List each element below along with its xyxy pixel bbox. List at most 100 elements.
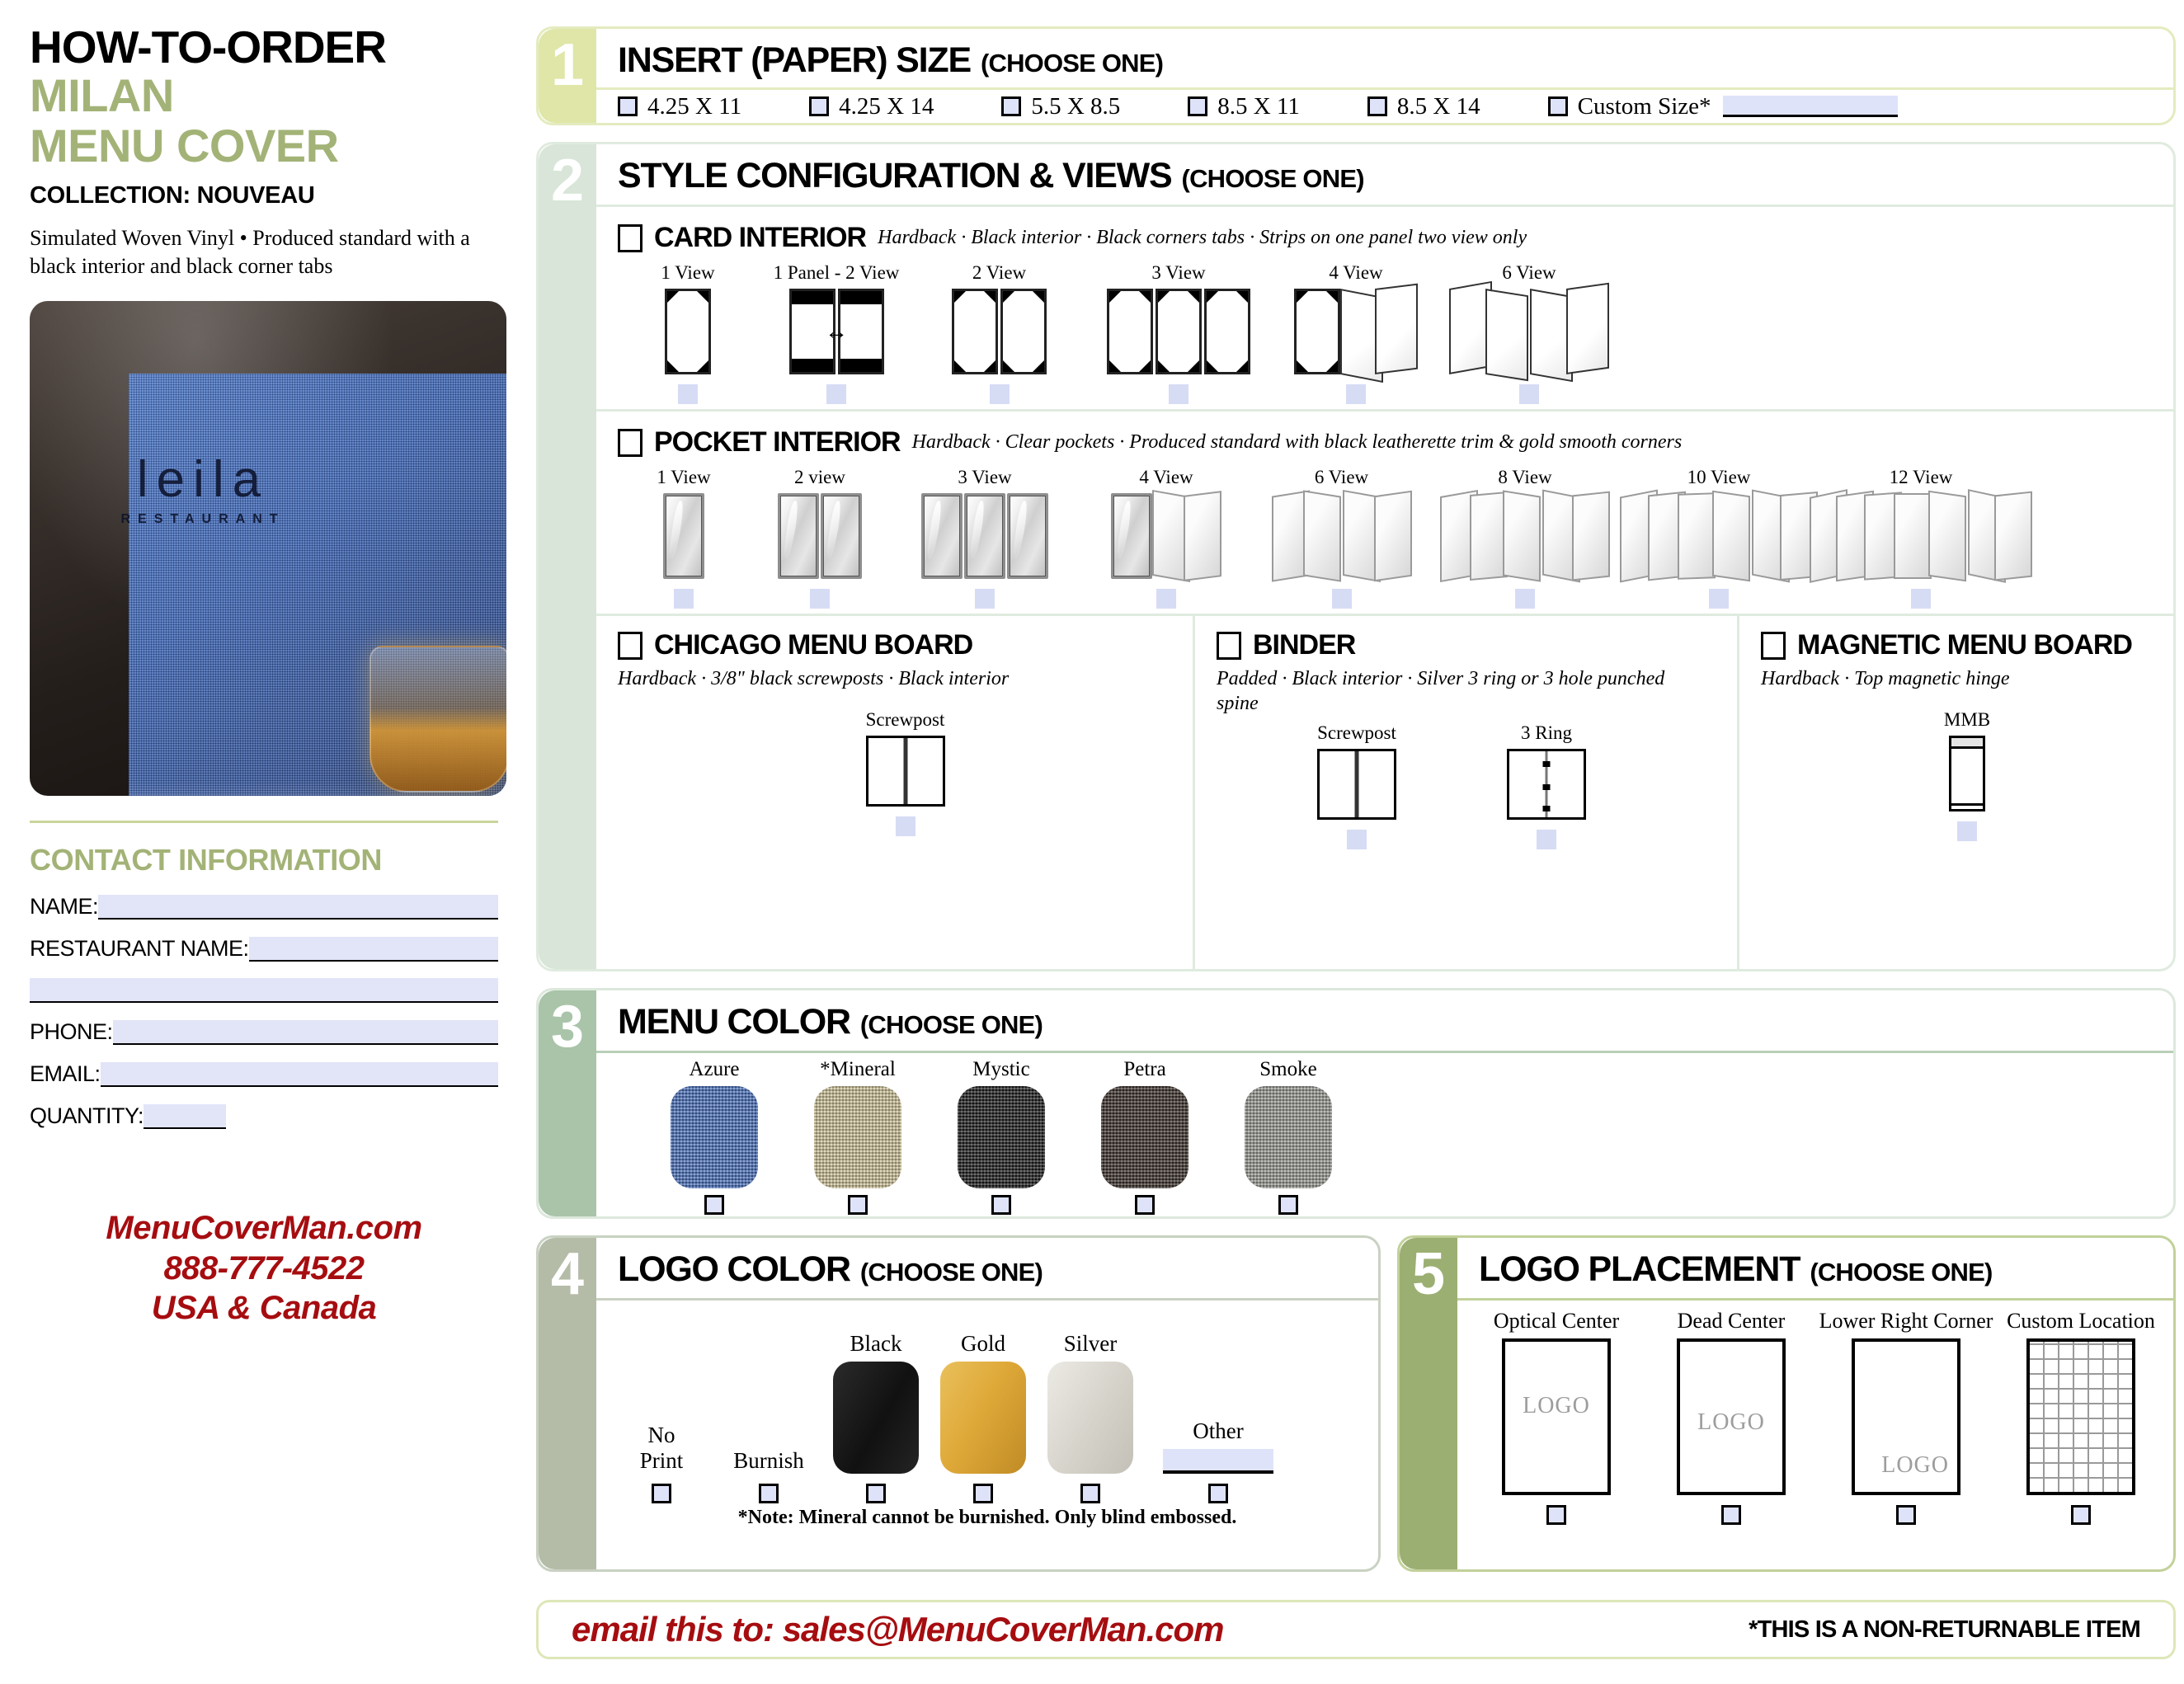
magnetic-option-mmb[interactable]: MMB [1944,709,1990,841]
checkbox-icon[interactable] [678,384,698,404]
card-view-6[interactable]: 6 View [1438,262,1620,404]
checkbox-icon[interactable] [1331,589,1352,609]
checkbox-icon[interactable] [1367,96,1387,116]
checkbox-icon[interactable] [1278,1195,1298,1215]
checkbox-icon[interactable] [1721,1505,1741,1525]
checkbox-icon[interactable] [674,589,694,609]
color-option-mystic[interactable]: Mystic [958,1058,1045,1216]
checkbox-icon[interactable] [1001,96,1022,116]
field-restaurant-name[interactable]: RESTAURANT NAME: [30,936,498,962]
field-restaurant-name-line2[interactable] [30,977,498,1003]
field-restaurant-name-input-line2[interactable] [30,977,498,1003]
checkbox-binder-icon[interactable] [1217,631,1241,660]
checkbox-icon[interactable] [1537,830,1556,849]
swatch-smoke[interactable] [1245,1086,1332,1188]
field-phone[interactable]: PHONE: [30,1019,498,1045]
pocket-view-6[interactable]: 6 View [1253,467,1430,609]
option-size-4-25x11[interactable]: 4.25 X 11 [618,93,741,120]
checkbox-icon[interactable] [826,384,846,404]
checkbox-icon[interactable] [809,96,830,116]
color-option-azure[interactable]: Azure [671,1058,758,1216]
checkbox-icon[interactable] [1709,589,1729,609]
logo-color-gold[interactable]: Gold [930,1331,1037,1503]
swatch-azure[interactable] [671,1086,758,1188]
field-name[interactable]: NAME: [30,894,498,920]
checkbox-icon[interactable] [1346,384,1366,404]
binder-option-screwpost[interactable]: Screwpost [1250,722,1464,849]
checkbox-icon[interactable] [1911,589,1931,609]
checkbox-icon[interactable] [1519,384,1539,404]
checkbox-icon[interactable] [991,1195,1011,1215]
checkbox-icon[interactable] [973,1484,993,1503]
field-email-input[interactable] [100,1061,498,1087]
field-phone-input[interactable] [112,1019,498,1045]
field-quantity[interactable]: QUANTITY: [30,1103,498,1129]
pocket-view-12[interactable]: 12 View [1810,467,2032,609]
checkbox-icon[interactable] [1957,821,1977,841]
logo-color-black[interactable]: Black [822,1331,930,1503]
field-email[interactable]: EMAIL: [30,1061,498,1087]
placement-lower-right-corner[interactable]: Lower Right Corner LOGO [1819,1309,1993,1569]
logo-color-no-print[interactable]: No Print [608,1423,715,1503]
checkbox-icon[interactable] [1515,589,1535,609]
card-view-1[interactable]: 1 View [618,262,758,404]
checkbox-icon[interactable] [1080,1484,1100,1503]
checkbox-icon[interactable] [618,96,638,116]
logo-color-burnish[interactable]: Burnish [715,1448,822,1503]
chip-silver[interactable] [1047,1362,1133,1474]
checkbox-icon[interactable] [989,384,1010,404]
pocket-view-2[interactable]: 2 view [750,467,890,609]
option-size-8-5x11[interactable]: 8.5 X 11 [1188,93,1300,120]
color-option-smoke[interactable]: Smoke [1245,1058,1332,1216]
checkbox-icon[interactable] [1156,589,1176,609]
footer-email-instruction[interactable]: email this to: sales@MenuCoverMan.com [572,1610,1224,1649]
color-option-petra[interactable]: Petra [1101,1058,1188,1216]
field-name-input[interactable] [98,894,498,920]
checkbox-icon[interactable] [1896,1505,1916,1525]
checkbox-icon[interactable] [1135,1195,1155,1215]
checkbox-icon[interactable] [866,1484,886,1503]
checkbox-chicago-menu-board-icon[interactable] [618,631,642,660]
checkbox-icon[interactable] [895,816,915,836]
custom-size-input[interactable] [1722,96,1898,117]
checkbox-icon[interactable] [2071,1505,2091,1525]
checkbox-card-interior-icon[interactable] [618,223,642,252]
checkbox-icon[interactable] [759,1484,779,1503]
logo-color-other-input[interactable] [1163,1449,1273,1474]
card-view-3[interactable]: 3 View [1084,262,1273,404]
checkbox-icon[interactable] [848,1195,868,1215]
checkbox-icon[interactable] [1169,384,1188,404]
pocket-view-10[interactable]: 10 View [1620,467,1818,609]
checkbox-magnetic-menu-board-icon[interactable] [1761,631,1786,660]
checkbox-icon[interactable] [975,589,995,609]
placement-optical-center[interactable]: Optical Center LOGO [1469,1309,1644,1569]
company-website[interactable]: MenuCoverMan.com [30,1208,498,1249]
checkbox-icon[interactable] [1208,1484,1228,1503]
binder-option-3ring[interactable]: 3 Ring [1464,722,1629,849]
card-view-4[interactable]: 4 View [1273,262,1438,404]
pocket-view-1[interactable]: 1 View [618,467,750,609]
checkbox-icon[interactable] [810,589,830,609]
card-view-1panel-2[interactable]: 1 Panel - 2 View ↔ [758,262,915,404]
placement-diagram-custom-grid[interactable] [2026,1338,2135,1495]
checkbox-icon[interactable] [1188,96,1208,116]
logo-color-other[interactable]: Other [1144,1418,1292,1503]
chicago-option-screwpost[interactable]: Screwpost [865,709,945,836]
checkbox-pocket-interior-icon[interactable] [618,428,642,457]
option-size-4-25x14[interactable]: 4.25 X 14 [809,93,934,120]
checkbox-icon[interactable] [1546,1505,1566,1525]
pocket-view-4[interactable]: 4 View [1080,467,1253,609]
placement-custom-location[interactable]: Custom Location [1993,1309,2168,1569]
placement-dead-center[interactable]: Dead Center LOGO [1644,1309,1819,1569]
option-size-custom[interactable]: Custom Size* [1547,93,1898,120]
swatch-mineral[interactable] [814,1086,901,1188]
chip-black[interactable] [833,1362,919,1474]
swatch-mystic[interactable] [958,1086,1045,1188]
checkbox-icon[interactable] [652,1484,671,1503]
color-option-mineral[interactable]: *Mineral [814,1058,901,1216]
pocket-view-3[interactable]: 3 View [890,467,1080,609]
logo-color-silver[interactable]: Silver [1037,1331,1144,1503]
option-size-8-5x14[interactable]: 8.5 X 14 [1367,93,1480,120]
card-view-2[interactable]: 2 View [915,262,1084,404]
pocket-view-8[interactable]: 8 View [1430,467,1620,609]
